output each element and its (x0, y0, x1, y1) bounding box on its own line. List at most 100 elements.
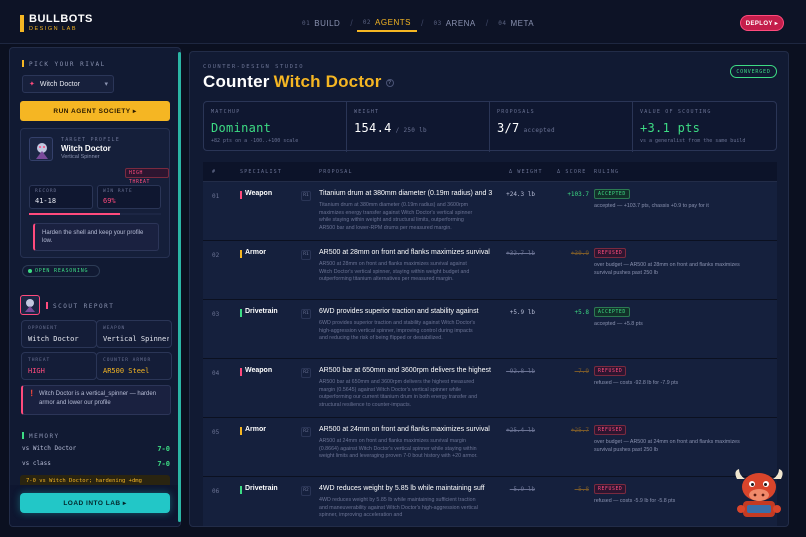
stat-label: MATCHUP (211, 109, 241, 115)
tab-number: 02 (362, 18, 372, 26)
memory-label: vs class (22, 460, 51, 467)
row-index: 01 (212, 193, 220, 200)
stat-unit: accepted (523, 127, 555, 134)
status-dot-icon (28, 269, 32, 273)
row-index: 06 (212, 488, 220, 495)
deploy-button[interactable]: DEPLOY ▸ (740, 15, 784, 31)
row-specialist: Drivetrain (240, 308, 278, 317)
studio-label: COUNTER-DESIGN STUDIO (203, 64, 305, 70)
memory-value: 7-0 (157, 445, 170, 453)
table-row[interactable]: 01 Weapon R1 Titanium drum at 380mm diam… (203, 182, 777, 241)
table-row[interactable]: 03 Drivetrain R1 6WD provides superior t… (203, 300, 777, 359)
delta-weight: +5.9 lb (509, 309, 535, 316)
title-prefix: Counter (203, 72, 270, 91)
bull-mascot[interactable] (729, 465, 789, 523)
round-chip: R2 (301, 368, 311, 378)
proposal-title: Titanium drum at 380mm diameter (0.19m r… (319, 190, 493, 197)
tab-label: BUILD (314, 18, 341, 28)
scout-card-label: COUNTER ARMOR (103, 358, 152, 363)
tab-meta[interactable]: 04 META (492, 14, 540, 32)
stats-strip: MATCHUP Dominant +82 pts on a -100..+100… (203, 101, 778, 152)
tab-label: AGENTS (375, 17, 411, 27)
column-header: Δ SCORE (557, 169, 587, 175)
scout-report-label: SCOUT REPORT (46, 302, 114, 310)
column-header: # (212, 169, 217, 175)
main-panel: COUNTER-DESIGN STUDIO Counter Witch Docto… (189, 51, 789, 527)
tab-agents[interactable]: 02 AGENTS (356, 14, 417, 32)
memory-label: MEMORY (22, 432, 60, 440)
delta-weight: +25.4 lb (506, 427, 535, 434)
nav-separator: / (350, 18, 353, 28)
converged-badge: CONVERGED (730, 65, 777, 78)
round-chip: R1 (301, 309, 311, 319)
row-index: 05 (212, 429, 220, 436)
delta-score: -7.9 (574, 368, 589, 375)
open-reasoning-button[interactable]: OPEN REASONING (22, 265, 100, 277)
top-bar: BULLBOTS DESIGN LAB 01 BUILD / 02 AGENTS /… (0, 0, 806, 44)
proposal-description: Titanium drum at 380mm diameter (0.19m r… (319, 202, 473, 232)
delta-weight: -92.8 lb (506, 368, 535, 375)
row-specialist: Armor (240, 426, 266, 435)
scout-card-value: HIGH (28, 367, 45, 375)
run-agent-society-button[interactable]: RUN AGENT SOCIETY ▸ (20, 101, 170, 121)
row-specialist: Armor (240, 249, 266, 258)
column-header: PROPOSAL (319, 169, 353, 175)
nav-separator: / (485, 18, 489, 28)
table-row[interactable]: 06 Drivetrain R2 4WD reduces weight by 5… (203, 477, 777, 526)
ruling-badge: REFUSED (594, 248, 627, 258)
stat-weight: WEIGHT 154.4/ 250 lb (347, 102, 490, 152)
sidebar-scrollbar[interactable] (178, 52, 181, 522)
column-header: RULING (594, 169, 620, 175)
win-rate-field: WIN RATE 69% (97, 185, 161, 209)
record-label: RECORD (35, 189, 58, 194)
specialist-color-bar (240, 427, 242, 435)
ruling-note: accepted — +103.7 pts, chassis +0.9 to p… (594, 203, 709, 209)
sidebar: PICK YOUR RIVAL ✦ Witch Doctor ▾ RUN AGE… (9, 47, 181, 527)
rival-select[interactable]: ✦ Witch Doctor ▾ (22, 75, 114, 93)
table-row[interactable]: 02 Armor R1 AR500 at 28mm on front and f… (203, 241, 777, 300)
tab-build[interactable]: 01 BUILD (296, 14, 346, 32)
proposal-title: 6WD provides superior traction and stabi… (319, 308, 479, 315)
scout-avatar (20, 295, 40, 315)
scout-card-weapon: WEAPON Vertical Spinner (96, 320, 172, 348)
nav-separator: / (420, 18, 424, 28)
table-row[interactable]: 04 Weapon R2 AR500 bar at 650mm and 3600… (203, 359, 777, 418)
tab-number: 03 (433, 19, 442, 27)
specialist-color-bar (240, 309, 242, 317)
table-header: # SPECIALIST PROPOSAL Δ WEIGHT Δ SCORE R… (203, 162, 777, 182)
load-into-lab-button[interactable]: LOAD INTO LAB ▸ (20, 493, 170, 513)
proposal-title: AR500 at 24mm on front and flanks maximi… (319, 426, 490, 433)
tab-number: 01 (302, 19, 311, 27)
memory-label: vs Witch Doctor (22, 445, 77, 452)
table-row[interactable]: 05 Armor R2 AR500 at 24mm on front and f… (203, 418, 777, 477)
delta-score: -5.8 (574, 486, 589, 493)
brand-name: BULLBOTS (29, 13, 93, 25)
help-icon[interactable]: ? (385, 79, 394, 87)
stat-value: +3.1 pts (640, 121, 701, 135)
proposal-title: AR500 bar at 650mm and 3600rpm delivers … (319, 367, 491, 374)
ruling-note: refused — costs -92.8 lb for -7.9 pts (594, 380, 679, 386)
target-avatar (29, 137, 53, 161)
stat-label: PROPOSALS (497, 109, 535, 115)
stat-value: 3/7 (497, 121, 520, 135)
specialist-color-bar (240, 486, 242, 494)
brand-logo[interactable]: BULLBOTS DESIGN LAB (20, 13, 92, 35)
main-nav: 01 BUILD / 02 AGENTS / 03 ARENA / 04 META (296, 14, 540, 32)
delta-weight: +32.7 lb (506, 250, 535, 257)
stat-sub: +82 pts on a -100..+100 scale (211, 138, 299, 144)
brand-sub: DESIGN LAB (29, 26, 78, 32)
proposal-title: 4WD reduces weight by 5.85 lb while main… (319, 485, 485, 492)
scout-card-label: OPPONENT (28, 326, 58, 331)
scout-card-value: Witch Doctor (28, 335, 79, 343)
round-chip: R1 (301, 191, 311, 201)
target-opinion: Harden the shell and keep your profile l… (33, 223, 159, 251)
tab-arena[interactable]: 03 ARENA (427, 14, 481, 32)
stat-matchup: MATCHUP Dominant +82 pts on a -100..+100… (204, 102, 347, 152)
scout-card-value: AR500 Steel (103, 367, 150, 375)
ruling-badge: REFUSED (594, 484, 627, 494)
memory-row: vs class 7-0 (22, 460, 170, 468)
delta-weight: +24.3 lb (506, 191, 535, 198)
stat-value-of-scouting: VALUE OF SCOUTING +3.1 pts vs a generali… (633, 102, 778, 152)
row-index: 04 (212, 370, 220, 377)
stat-proposals: PROPOSALS 3/7 accepted (490, 102, 633, 152)
